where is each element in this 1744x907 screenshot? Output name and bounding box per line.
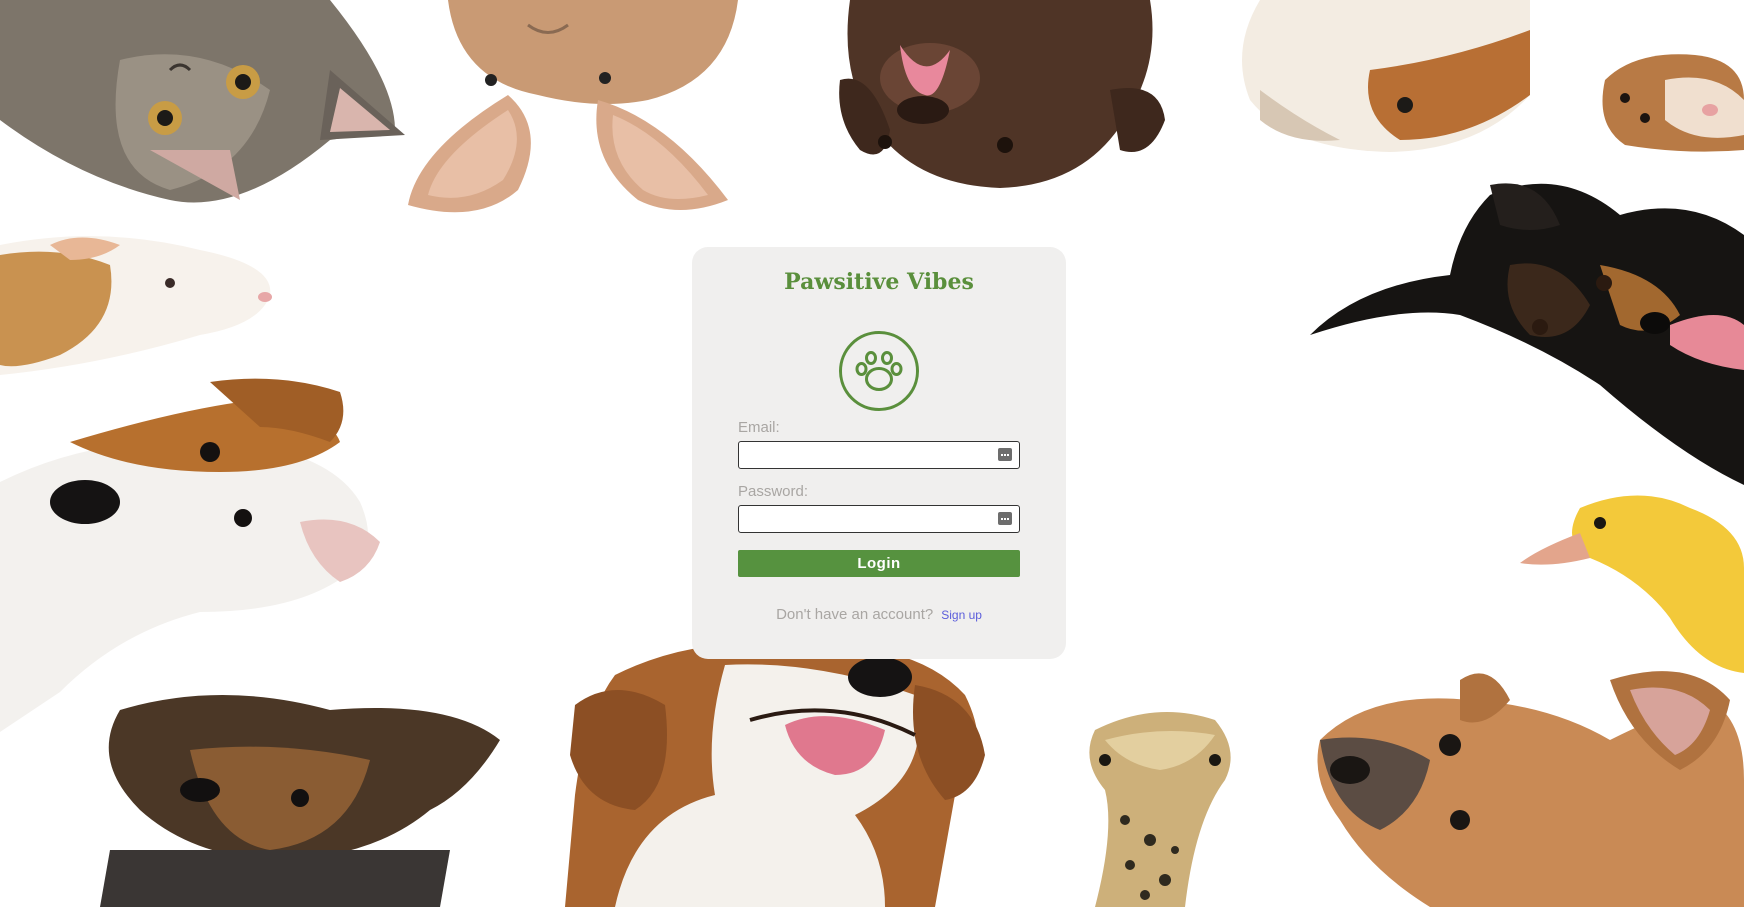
app-title: Pawsitive Vibes <box>784 269 974 295</box>
french-bulldog-photo <box>1310 660 1744 907</box>
email-label: Email: <box>738 419 780 436</box>
password-field-container[interactable] <box>738 505 1020 533</box>
duckling-photo <box>1520 488 1744 673</box>
signup-prompt: Don't have an account? <box>776 606 934 623</box>
lizard-photo <box>1075 700 1245 907</box>
login-card: Pawsitive Vibes Email: Password: Login D… <box>692 247 1066 659</box>
yorkshire-terrier-photo <box>70 680 510 907</box>
hamster-photo <box>1595 40 1744 155</box>
beagle-photo <box>555 635 1005 907</box>
guinea-pig-left-photo <box>0 225 280 385</box>
email-field-container[interactable] <box>738 441 1020 469</box>
paw-icon <box>838 330 920 412</box>
signup-row: Don't have an account? Sign up <box>692 606 1066 624</box>
labrador-puppy-photo <box>830 0 1170 190</box>
rabbit-photo <box>398 0 758 220</box>
password-manager-key-icon[interactable] <box>998 448 1012 461</box>
password-label: Password: <box>738 483 809 500</box>
black-tan-dog-photo <box>1300 165 1744 505</box>
email-input[interactable] <box>739 442 979 468</box>
login-page: Pawsitive Vibes Email: Password: Login D… <box>0 0 1744 907</box>
jack-russell-photo <box>0 372 390 732</box>
cat-photo <box>0 0 410 210</box>
guinea-pig-photo <box>1230 0 1530 160</box>
login-button[interactable]: Login <box>738 550 1020 577</box>
password-input[interactable] <box>739 506 979 532</box>
signup-link[interactable]: Sign up <box>941 608 982 622</box>
password-manager-key-icon[interactable] <box>998 512 1012 525</box>
